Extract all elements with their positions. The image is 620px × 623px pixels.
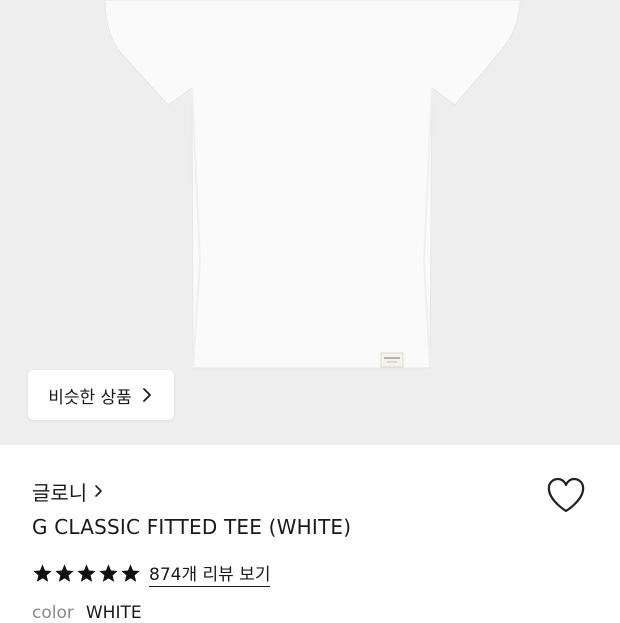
brand-name: 글로니	[32, 480, 88, 505]
chevron-right-icon	[95, 485, 103, 497]
color-label: color	[32, 603, 74, 623]
color-value: WHITE	[85, 603, 142, 623]
similar-products-button[interactable]: 비슷한 상품	[28, 370, 174, 420]
star-filled-icon	[55, 563, 74, 582]
brand-link[interactable]: 글로니	[32, 477, 105, 505]
star-filled-icon	[33, 563, 52, 582]
star-filled-icon	[121, 563, 140, 582]
chevron-right-icon	[142, 388, 151, 402]
similar-products-label: 비슷한 상품	[48, 387, 132, 408]
product-info: 글로니 G CLASSIC FITTED TEE (WHITE) 874개 리뷰…	[0, 445, 620, 623]
star-filled-icon	[99, 563, 118, 582]
rating-row: 874개 리뷰 보기	[32, 559, 271, 587]
heart-outline-icon[interactable]	[546, 477, 586, 515]
product-image-area: 비슷한 상품	[0, 0, 620, 445]
product-title: G CLASSIC FITTED TEE (WHITE)	[32, 515, 352, 539]
color-row: color WHITE	[32, 603, 142, 623]
reviews-link[interactable]: 874개 리뷰 보기	[149, 560, 271, 587]
star-filled-icon	[77, 563, 96, 582]
rating-stars	[32, 563, 141, 584]
